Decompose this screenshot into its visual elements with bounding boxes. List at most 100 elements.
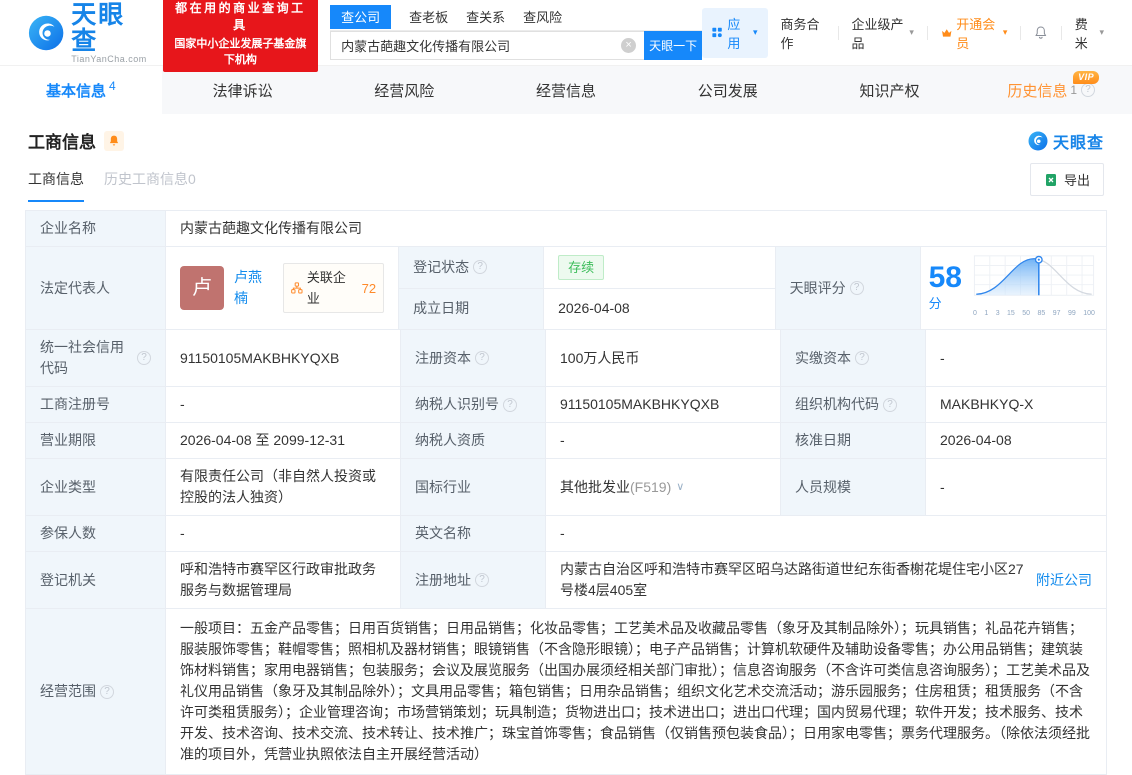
reg-authority-value: 呼和浩特市赛罕区行政审批政务服务与数据管理局 — [166, 552, 401, 608]
score-cell: 58分 0 1 3 15 50 85 97 99 100 — [920, 247, 1106, 329]
user-menu[interactable]: 费米 ▾ — [1075, 14, 1104, 52]
tab-label: 知识产权 — [859, 82, 920, 100]
score-distribution-chart: 0 1 3 15 50 85 97 99 100 — [970, 252, 1098, 324]
tab-operation-info[interactable]: 经营信息 — [485, 66, 647, 114]
tab-company-development[interactable]: 公司发展 — [647, 66, 809, 114]
help-icon[interactable]: ? — [473, 260, 488, 275]
tab-basic-info[interactable]: 基本信息 4 — [0, 66, 162, 114]
tab-intellectual-property[interactable]: 知识产权 — [809, 66, 971, 114]
search-tab-risk[interactable]: 查风险 — [523, 5, 562, 30]
staff-size-value: - — [926, 459, 1106, 515]
subtab-row: 工商信息 历史工商信息0 导出 — [0, 153, 1132, 202]
legal-rep-cell: 卢 卢燕楠 关联企业 72 — [166, 247, 400, 329]
field-label: 工商注册号 — [26, 387, 166, 422]
search-tab-company[interactable]: 查公司 — [330, 5, 392, 29]
help-icon[interactable]: ? — [475, 351, 489, 365]
tab-count: 4 — [109, 79, 116, 93]
company-type-value: 有限责任公司（非自然人投资或控股的法人独资） — [166, 459, 401, 515]
help-icon[interactable]: ? — [475, 573, 489, 587]
field-label: 国标行业 — [401, 459, 546, 515]
field-label: 注册地址 ? — [401, 552, 546, 608]
field-label: 纳税人识别号 ? — [401, 387, 546, 422]
established-value: 2026-04-08 — [544, 288, 775, 329]
tab-legal-proceedings[interactable]: 法律诉讼 — [162, 66, 324, 114]
tab-label: 经营信息 — [536, 82, 597, 100]
industry-value: 其他批发业 (F519) ∨ — [546, 459, 781, 515]
taxpayer-quality-value: - — [546, 423, 781, 458]
section-watermark-logo: 天眼查 — [1028, 129, 1104, 153]
search-tab-relation[interactable]: 查关系 — [466, 5, 505, 30]
subtab-business-info[interactable]: 工商信息 — [28, 169, 84, 202]
avatar[interactable]: 卢 — [180, 266, 224, 310]
help-icon[interactable]: ? — [100, 684, 114, 699]
help-icon[interactable]: ? — [503, 397, 517, 412]
industry-name: 其他批发业 — [560, 478, 630, 495]
badge-label: 关联企业 — [306, 270, 346, 306]
score-value: 58分 — [928, 260, 962, 311]
reg-number-value: - — [166, 387, 401, 422]
search-tab-boss[interactable]: 查老板 — [409, 5, 448, 30]
export-button[interactable]: 导出 — [1029, 163, 1104, 196]
chevron-down-icon[interactable]: ∨ — [676, 477, 684, 498]
divider — [926, 25, 928, 40]
chevron-down-icon: ▾ — [909, 27, 914, 37]
badge-count: 72 — [361, 280, 377, 296]
paid-capital-value: - — [926, 330, 1106, 386]
search-tabs: 查公司 查老板 查关系 查风险 — [330, 5, 703, 31]
legal-rep-link[interactable]: 卢燕楠 — [234, 267, 275, 309]
chevron-down-icon: ▾ — [1099, 27, 1104, 37]
field-label: 纳税人资质 — [401, 423, 546, 458]
subtab-history-business-info[interactable]: 历史工商信息0 — [104, 169, 196, 202]
field-label: 注册资本 ? — [401, 330, 546, 386]
subscribe-bell-button[interactable] — [104, 130, 124, 151]
field-label: 统一社会信用代码 ? — [26, 330, 166, 386]
watermark-text: 天眼查 — [1052, 134, 1104, 152]
export-label: 导出 — [1063, 173, 1090, 188]
apps-menu[interactable]: 应用 ▾ — [702, 7, 768, 58]
field-label: 经营范围 ? — [26, 609, 166, 774]
tab-count: 1 — [1070, 83, 1078, 97]
vip-crown-icon — [941, 28, 952, 37]
field-label: 实缴资本 ? — [781, 330, 926, 386]
nav-open-vip[interactable]: 开通会员 ▾ — [941, 14, 1008, 52]
nearby-companies-link[interactable]: 附近公司 — [1036, 570, 1092, 591]
table-row: 企业名称 内蒙古葩趣文化传播有限公司 — [26, 211, 1106, 246]
nav-enterprise-products[interactable]: 企业级产品 ▾ — [852, 14, 914, 52]
notification-bell-icon[interactable] — [1034, 24, 1048, 41]
field-label: 登记机关 — [26, 552, 166, 608]
chevron-down-icon: ▾ — [1002, 27, 1008, 37]
help-icon[interactable]: ? — [137, 351, 151, 365]
related-companies-badge[interactable]: 关联企业 72 — [283, 263, 385, 313]
status-date-cells: 登记状态 ? 存续 成立日期 2026-04-08 — [399, 247, 776, 329]
field-label: 企业类型 — [26, 459, 166, 515]
vip-label: 开通会员 — [956, 16, 996, 51]
tab-history-info[interactable]: VIP 历史信息 1 ? — [970, 66, 1132, 114]
field-label: 法定代表人 — [26, 247, 166, 329]
tab-label: 历史信息 — [1007, 82, 1068, 100]
org-code-value: MAKBHKYQ-X — [926, 387, 1106, 422]
tab-operation-risk[interactable]: 经营风险 — [323, 66, 485, 114]
reg-capital-value: 100万人民币 — [546, 330, 781, 386]
tab-label: 公司发展 — [697, 82, 758, 100]
nav-business-cooperation[interactable]: 商务合作 — [781, 14, 825, 52]
divider — [837, 25, 839, 40]
business-term-value: 2026-04-08 至 2099-12-31 — [166, 423, 401, 458]
brand-name: 天眼查 — [71, 0, 126, 55]
help-icon[interactable]: ? — [855, 351, 869, 365]
tianyancha-logo[interactable]: 天眼查 TianYanCha.com — [28, 2, 149, 64]
bell-curve-chart — [973, 255, 1095, 296]
help-icon[interactable]: ? — [883, 397, 897, 412]
excel-file-icon — [1045, 173, 1056, 186]
search-button[interactable]: 天眼一下 — [644, 31, 703, 60]
promo-banner: 都在用的商业查询工具 国家中小企业发展子基金旗下机构 — [162, 0, 319, 72]
table-row: 统一社会信用代码 ? 91150105MAKBHKYQXB 注册资本 ? 100… — [26, 329, 1106, 386]
field-label: 英文名称 — [401, 516, 546, 551]
help-icon[interactable]: ? — [1081, 83, 1096, 97]
search-input[interactable] — [330, 31, 645, 60]
table-row: 工商注册号 - 纳税人识别号 ? 91150105MAKBHKYQXB 组织机构… — [26, 386, 1106, 422]
table-row: 经营范围 ? 一般项目：五金产品零售；日用百货销售；日用品销售；化妆品零售；工艺… — [26, 608, 1106, 774]
tianyancha-eye-icon — [28, 15, 64, 50]
bell-icon — [109, 135, 119, 146]
help-icon[interactable]: ? — [849, 281, 864, 295]
business-scope-value: 一般项目：五金产品零售；日用百货销售；日用品销售；化妆品零售；工艺美术品及收藏品… — [166, 609, 1106, 774]
